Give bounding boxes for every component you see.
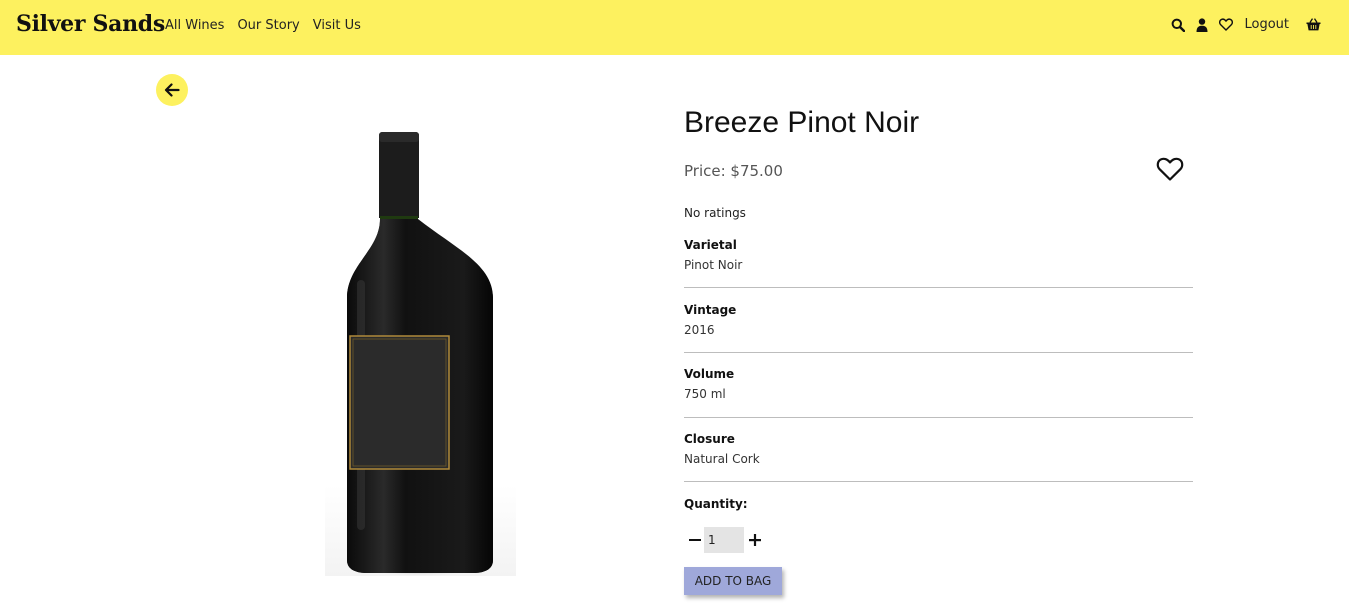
spec-label: Vintage (684, 303, 737, 317)
navbar: Silver Sands All Wines Our Story Visit U… (0, 0, 1349, 55)
product-price: Price: $75.00 (684, 162, 783, 180)
add-to-bag-button[interactable]: ADD TO BAG (684, 567, 782, 595)
divider (684, 481, 1193, 482)
spec-label: Closure (684, 432, 735, 446)
wishlist-heart-icon[interactable] (1156, 156, 1184, 182)
divider (684, 287, 1193, 288)
brand-logo[interactable]: Silver Sands (16, 11, 165, 37)
plus-icon (749, 534, 761, 546)
divider (684, 352, 1193, 353)
heart-icon[interactable] (1219, 18, 1234, 31)
nav-link-visit-us[interactable]: Visit Us (313, 18, 361, 33)
increment-button[interactable] (746, 527, 764, 553)
divider (684, 417, 1193, 418)
back-button[interactable] (156, 74, 188, 106)
minus-icon (689, 539, 701, 541)
quantity-stepper (686, 527, 764, 553)
spec-label: Varietal (684, 238, 737, 252)
nav-links: All Wines Our Story Visit Us (165, 18, 361, 33)
spec-vintage: Vintage 2016 (684, 303, 1193, 353)
spec-label: Volume (684, 367, 735, 381)
product-image (325, 120, 516, 576)
spec-value: Pinot Noir (684, 258, 743, 272)
quantity-input[interactable] (704, 527, 744, 553)
quantity-label: Quantity: (684, 497, 748, 511)
basket-icon[interactable] (1306, 18, 1321, 31)
user-icon[interactable] (1196, 17, 1208, 32)
nav-right: Logout (1171, 17, 1321, 32)
spec-value: 2016 (684, 323, 715, 337)
spec-volume: Volume 750 ml (684, 367, 1193, 418)
spec-value: 750 ml (684, 387, 726, 401)
product-title: Breeze Pinot Noir (684, 106, 920, 139)
spec-value: Natural Cork (684, 452, 760, 466)
decrement-button[interactable] (686, 527, 704, 553)
nav-link-our-story[interactable]: Our Story (237, 18, 299, 33)
logout-link[interactable]: Logout (1244, 17, 1289, 32)
nav-link-all-wines[interactable]: All Wines (165, 18, 224, 33)
arrow-left-icon (164, 83, 180, 97)
spec-varietal: Varietal Pinot Noir (684, 238, 1193, 288)
search-icon[interactable] (1171, 18, 1186, 32)
product-ratings: No ratings (684, 206, 746, 220)
spec-closure: Closure Natural Cork (684, 432, 1193, 482)
wine-bottle-image (347, 132, 493, 576)
